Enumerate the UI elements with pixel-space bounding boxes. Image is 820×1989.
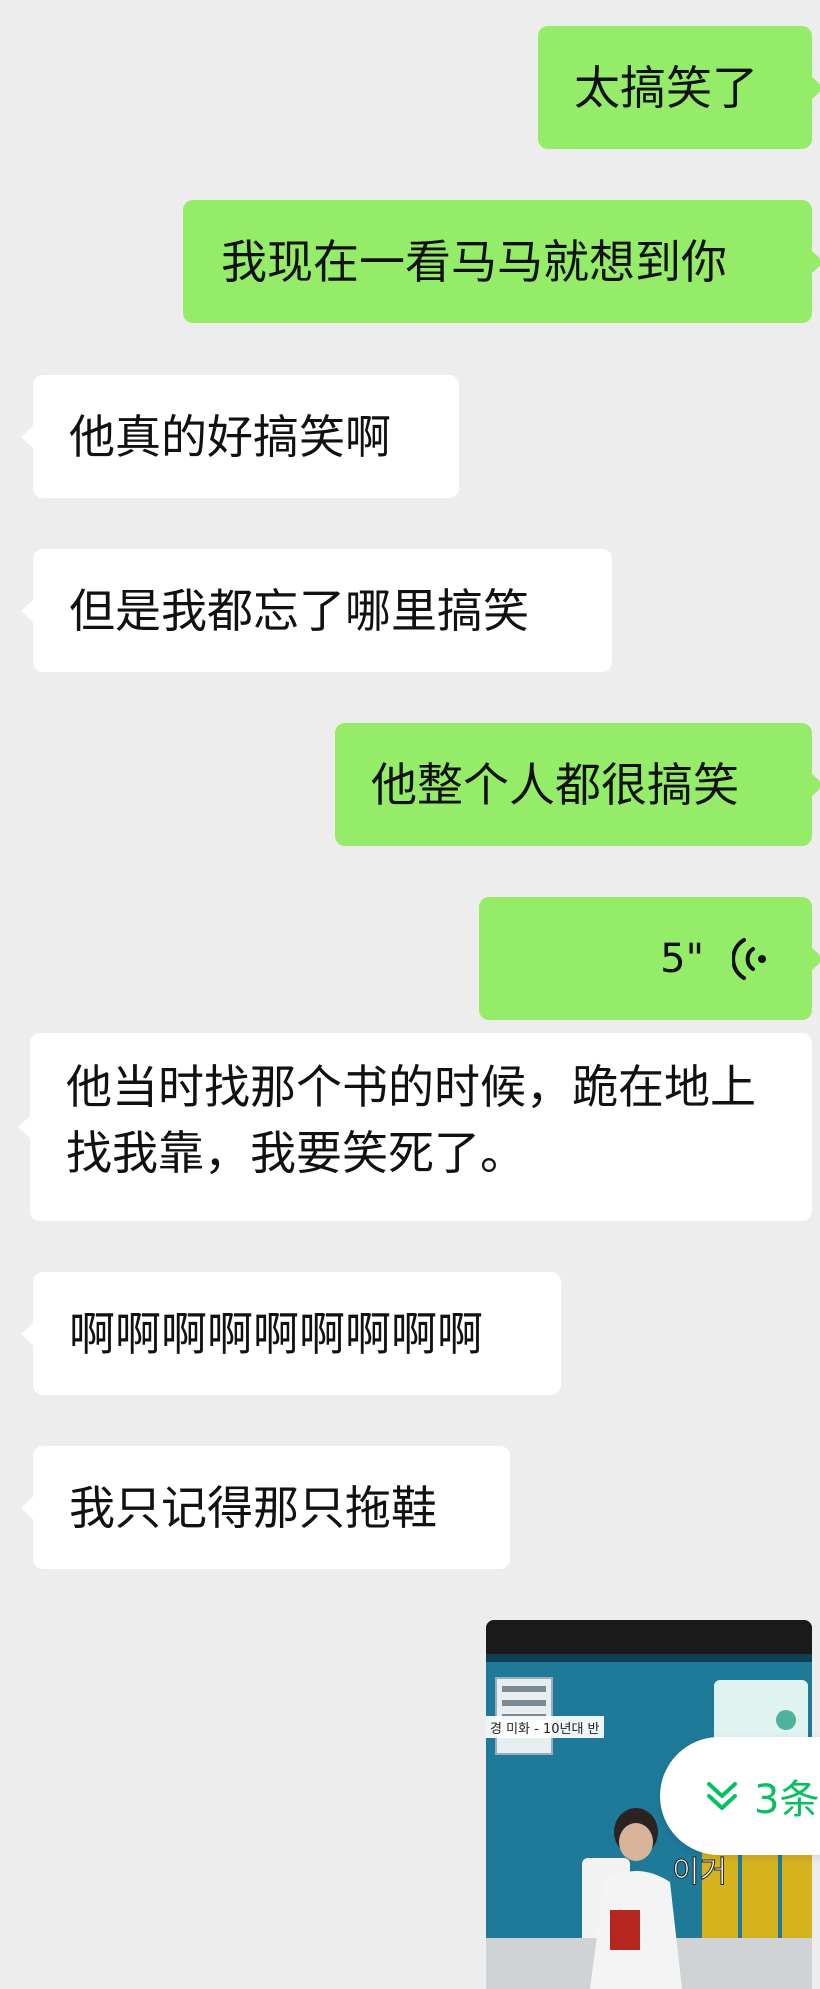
message-text: 但是我都忘了哪里搞笑	[69, 583, 529, 638]
voice-duration: 5"	[660, 935, 704, 982]
message-text: 太搞笑了	[574, 60, 758, 115]
message-bubble-received[interactable]: 但是我都忘了哪里搞笑	[21, 549, 612, 672]
message-text: 我现在一看马马就想到你	[221, 234, 727, 289]
new-messages-button[interactable]: 3条	[660, 1737, 820, 1855]
message-text: 他真的好搞笑啊	[69, 409, 391, 464]
message-bubble-received[interactable]: 我只记得那只拖鞋	[21, 1446, 510, 1569]
svg-text:경 미화 - 10년대 반: 경 미화 - 10년대 반	[490, 1722, 600, 1737]
message-text: 他整个人都很搞笑	[371, 757, 739, 812]
message-text: 我只记得那只拖鞋	[69, 1480, 437, 1535]
message-bubble-received[interactable]: 他当时找那个书的时候，跪在地上找我靠，我要笑死了。	[18, 1033, 812, 1221]
message-bubble-sent[interactable]: 太搞笑了	[538, 26, 820, 149]
svg-text:이거: 이거	[672, 1855, 727, 1890]
new-messages-count: 3条	[754, 1777, 820, 1823]
voice-message-bubble[interactable]: 5"	[479, 897, 820, 1020]
message-text: 啊啊啊啊啊啊啊啊啊	[69, 1306, 483, 1361]
message-bubble-received[interactable]: 啊啊啊啊啊啊啊啊啊	[21, 1272, 561, 1395]
message-bubble-sent[interactable]: 他整个人都很搞笑	[335, 723, 820, 846]
message-bubble-sent[interactable]: 我现在一看马马就想到你	[183, 200, 820, 323]
message-bubble-received[interactable]: 他真的好搞笑啊	[21, 375, 459, 498]
double-chevron-down-icon	[704, 1778, 754, 1814]
voice-wave-icon	[732, 935, 768, 983]
message-text: 他当时找那个书的时候，跪在地上找我靠，我要笑死了。	[66, 1060, 756, 1180]
